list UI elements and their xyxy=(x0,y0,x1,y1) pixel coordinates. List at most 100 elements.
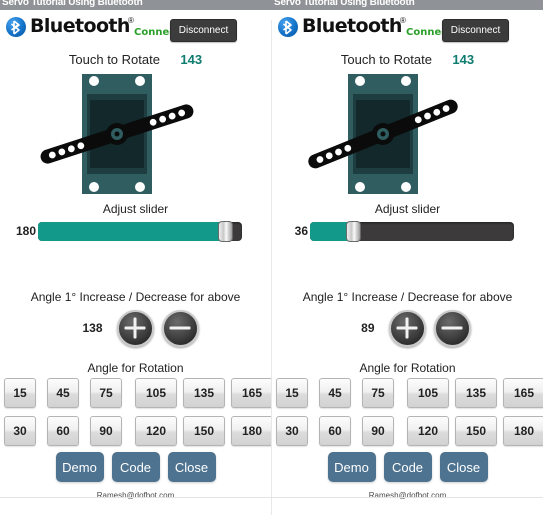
plus-icon-vertical xyxy=(405,317,409,339)
angle-button-90[interactable]: 90 xyxy=(90,416,122,446)
increase-angle-button[interactable] xyxy=(116,309,154,347)
angle-button-15[interactable]: 15 xyxy=(4,378,36,408)
disconnect-button[interactable]: Disconnect xyxy=(442,19,509,42)
touch-to-rotate-row: Touch to Rotate 143 xyxy=(272,51,543,71)
angle-button-60[interactable]: 60 xyxy=(47,416,79,446)
angle-button-75[interactable]: 75 xyxy=(362,378,394,408)
angle-button-135[interactable]: 135 xyxy=(183,378,225,408)
slider-fill xyxy=(38,222,226,241)
angle-button-150[interactable]: 150 xyxy=(183,416,225,446)
angle-button-45[interactable]: 45 xyxy=(47,378,79,408)
increment-label: Angle 1° Increase / Decrease for above xyxy=(302,290,513,304)
registered-mark: ® xyxy=(400,16,406,25)
button-label: Demo xyxy=(334,459,369,475)
button-label: Code xyxy=(119,459,152,475)
angle-button-150[interactable]: 150 xyxy=(455,416,497,446)
window-title-left: Servo Tutorial Using Bluetooth xyxy=(2,0,143,8)
angle-button-label: 180 xyxy=(513,424,535,438)
decrease-angle-button[interactable] xyxy=(433,309,471,347)
angle-button-180[interactable]: 180 xyxy=(503,416,543,446)
angle-button-120[interactable]: 120 xyxy=(135,416,177,446)
app-panel-right: Bluetooth ® Connected Disconnect Touch t… xyxy=(272,10,543,505)
button-label: Demo xyxy=(62,459,97,475)
angle-button-30[interactable]: 30 xyxy=(276,416,308,446)
increment-value: 89 xyxy=(361,321,375,335)
code-button[interactable]: Code xyxy=(111,452,160,482)
angle-button-label: 45 xyxy=(56,386,70,400)
angle-button-label: 135 xyxy=(193,386,215,400)
angle-button-label: 105 xyxy=(145,386,167,400)
angle-button-105[interactable]: 105 xyxy=(407,378,449,408)
footer-email-right: Ramesh@dofbot.com xyxy=(368,491,447,500)
angle-button-label: 180 xyxy=(241,424,263,438)
increment-row: 89 xyxy=(272,308,543,348)
touch-to-rotate-label: Touch to Rotate xyxy=(68,52,160,67)
decrease-angle-button[interactable] xyxy=(161,309,199,347)
adjust-slider[interactable] xyxy=(310,221,514,242)
servo-graphic-area[interactable] xyxy=(0,72,271,196)
bluetooth-wordmark: Bluetooth xyxy=(302,15,402,37)
plus-icon-vertical xyxy=(133,317,137,339)
angle-button-30[interactable]: 30 xyxy=(4,416,36,446)
demo-button[interactable]: Demo xyxy=(55,452,104,482)
button-label: Close xyxy=(446,459,481,475)
angle-button-label: 75 xyxy=(99,386,113,400)
slider-value: 36 xyxy=(294,224,308,238)
touch-to-rotate-value: 143 xyxy=(452,52,475,67)
angle-button-90[interactable]: 90 xyxy=(362,416,394,446)
angle-button-label: 120 xyxy=(145,424,167,438)
bluetooth-icon xyxy=(6,17,26,37)
servo-motor-image[interactable] xyxy=(24,72,214,196)
slider-thumb[interactable] xyxy=(217,221,233,242)
increment-value: 138 xyxy=(82,321,103,335)
footer-divider xyxy=(0,497,543,498)
touch-to-rotate-value: 143 xyxy=(180,52,203,67)
angle-button-label: 15 xyxy=(13,386,27,400)
angle-grid-right: 15 45 75 105 135 165 30 60 90 120 150 180 xyxy=(272,378,543,446)
slider-thumb[interactable] xyxy=(345,221,361,242)
panel-container: Bluetooth ® Connected Disconnect Touch t… xyxy=(0,10,543,515)
slider-value: 180 xyxy=(15,224,36,238)
demo-button[interactable]: Demo xyxy=(327,452,376,482)
angle-button-75[interactable]: 75 xyxy=(90,378,122,408)
angle-grid-label: Angle for Rotation xyxy=(359,361,456,375)
code-button[interactable]: Code xyxy=(383,452,432,482)
angle-button-135[interactable]: 135 xyxy=(455,378,497,408)
angle-button-label: 60 xyxy=(328,424,342,438)
panel-divider xyxy=(271,20,272,515)
close-button[interactable]: Close xyxy=(167,452,216,482)
angle-button-45[interactable]: 45 xyxy=(319,378,351,408)
angle-button-120[interactable]: 120 xyxy=(407,416,449,446)
angle-button-label: 120 xyxy=(417,424,439,438)
angle-button-15[interactable]: 15 xyxy=(276,378,308,408)
adjust-slider-label: Adjust slider xyxy=(102,202,169,216)
angle-grid-left: 15 45 75 105 135 165 30 60 90 120 150 180 xyxy=(0,378,273,446)
angle-button-label: 135 xyxy=(465,386,487,400)
close-button[interactable]: Close xyxy=(439,452,488,482)
button-label: Code xyxy=(391,459,424,475)
angle-button-180[interactable]: 180 xyxy=(231,416,273,446)
servo-motor-image[interactable] xyxy=(290,72,480,196)
angle-button-105[interactable]: 105 xyxy=(135,378,177,408)
angle-button-165[interactable]: 165 xyxy=(231,378,273,408)
minus-icon xyxy=(441,326,463,330)
servo-graphic-area[interactable] xyxy=(272,72,543,196)
angle-button-60[interactable]: 60 xyxy=(319,416,351,446)
increase-angle-button[interactable] xyxy=(388,309,426,347)
slider-row: 36 xyxy=(272,220,543,244)
minus-icon xyxy=(169,326,191,330)
disconnect-button[interactable]: Disconnect xyxy=(170,19,237,42)
action-buttons-left: Demo Code Close xyxy=(0,450,271,484)
angle-button-label: 15 xyxy=(285,386,299,400)
increment-row: 138 xyxy=(0,308,271,348)
angle-button-165[interactable]: 165 xyxy=(503,378,543,408)
angle-button-label: 75 xyxy=(371,386,385,400)
adjust-slider[interactable] xyxy=(38,221,242,242)
angle-button-label: 150 xyxy=(465,424,487,438)
increment-label: Angle 1° Increase / Decrease for above xyxy=(30,290,241,304)
angle-button-label: 90 xyxy=(371,424,385,438)
bluetooth-icon xyxy=(278,17,298,37)
angle-button-label: 30 xyxy=(13,424,27,438)
action-buttons-right: Demo Code Close xyxy=(272,450,543,484)
window-title-right: Servo Tutorial Using Bluetooth xyxy=(274,0,415,8)
